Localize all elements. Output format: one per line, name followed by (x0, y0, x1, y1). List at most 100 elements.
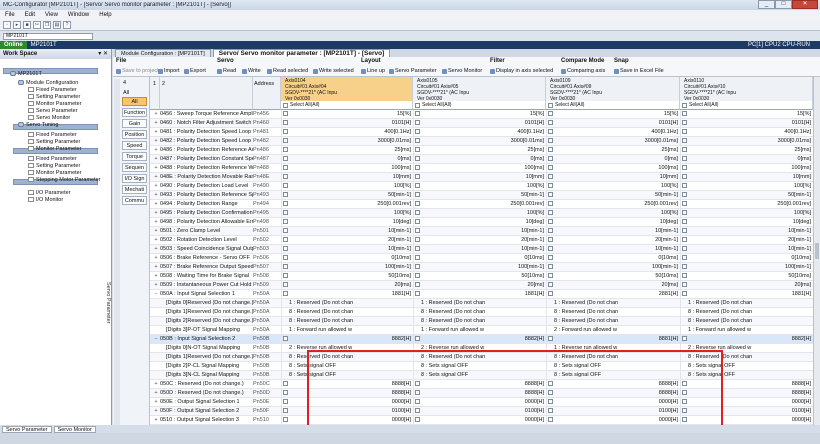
table-row[interactable]: [Digits 1]Reserved (Do not change.) Pn50A… (150, 308, 813, 317)
parameter-value-cell[interactable]: 0000[H] (546, 398, 680, 407)
checkbox-icon[interactable] (283, 273, 288, 279)
checkbox-icon[interactable] (415, 237, 420, 243)
filter-button-function[interactable]: Function (122, 108, 147, 117)
parameter-value-cell[interactable]: 1881[H] (413, 290, 546, 299)
select-all-checkbox[interactable]: Select All(All) (680, 101, 813, 110)
row-expander[interactable]: + (152, 272, 160, 281)
table-row[interactable]: +0487 : Polarity Detection Constant Spe P… (150, 155, 813, 164)
axis-header[interactable]: Axis0110 Circuit#01 Axis#10 SGDV-****21* (… (680, 77, 813, 101)
checkbox-icon[interactable] (548, 408, 553, 414)
parameter-value-cell[interactable]: 0101[H] (281, 119, 413, 128)
checkbox-icon[interactable] (682, 147, 687, 153)
checkbox-icon[interactable] (415, 219, 420, 225)
parameter-value-cell[interactable]: 0101[H] (546, 119, 680, 128)
table-row[interactable]: [Digits 2]Reserved (Do not change.) Pn50A… (150, 317, 813, 326)
table-row[interactable]: +048E : Polarity Detection Movable Rang P… (150, 173, 813, 182)
help-icon[interactable]: ? (63, 21, 71, 29)
parameter-value-cell[interactable]: 0000[H] (413, 416, 546, 425)
parameter-value-cell[interactable]: 8 : Reserved (Do not chan (546, 308, 680, 317)
parameter-value-cell[interactable]: 2881[H] (546, 290, 680, 299)
checkbox-icon[interactable] (682, 138, 687, 144)
checkbox-icon[interactable] (548, 147, 553, 153)
table-row[interactable]: +0456 : Sweep Torque Reference Ampli Pn45… (150, 110, 813, 119)
parameter-value-cell[interactable]: 10[min-1] (680, 227, 813, 236)
tree-item[interactable]: I/O Monitor (28, 196, 63, 203)
checkbox-icon[interactable] (415, 399, 420, 405)
parameter-value-cell[interactable]: 1881[H] (680, 290, 813, 299)
parameter-value-cell[interactable]: 400[0.1Hz] (546, 128, 680, 137)
parameter-value-cell[interactable]: 8 : Reserved (Do not chan (546, 353, 680, 362)
checkbox-icon[interactable] (415, 255, 420, 261)
checkbox-icon[interactable] (548, 102, 553, 108)
display-in-axis-selected-button[interactable]: Display in axis selected (490, 68, 553, 74)
checkbox-icon[interactable] (283, 246, 288, 252)
table-row[interactable]: +0507 : Brake Reference Output Speed Pn50… (150, 263, 813, 272)
parameter-value-cell[interactable]: 8 : Sets signal OFF (281, 371, 413, 380)
filter-button-iosign[interactable]: I/O Sign (122, 174, 147, 183)
parameter-value-cell[interactable]: 50[min-1] (413, 191, 546, 200)
table-row[interactable]: +0508 : Waiting Time for Brake Signal Pn5… (150, 272, 813, 281)
checkbox-icon[interactable] (682, 246, 687, 252)
parameter-value-cell[interactable]: 0[ms] (281, 155, 413, 164)
parameter-value-cell[interactable]: 10[mm] (680, 173, 813, 182)
parameter-value-cell[interactable]: 100[ms] (413, 164, 546, 173)
parameter-value-cell[interactable]: 10[mm] (281, 173, 413, 182)
checkbox-icon[interactable] (283, 210, 288, 216)
parameter-value-cell[interactable]: 10[min-1] (413, 245, 546, 254)
parameter-value-cell[interactable]: 250[0.001rev] (413, 200, 546, 209)
parameter-value-cell[interactable]: 0000[H] (680, 416, 813, 425)
parameter-value-cell[interactable]: 8 : Reserved (Do not chan (413, 353, 546, 362)
checkbox-icon[interactable] (548, 237, 553, 243)
checkbox-icon[interactable] (283, 408, 288, 414)
scroll-thumb[interactable] (815, 243, 819, 259)
tree-item[interactable]: Monitor Parameter (28, 145, 82, 152)
parameter-value-cell[interactable]: 10[min-1] (680, 245, 813, 254)
row-expander[interactable] (152, 353, 160, 362)
table-row[interactable]: +0495 : Polarity Detection Confirmation P… (150, 209, 813, 218)
parameter-value-cell[interactable]: 15[%] (281, 110, 413, 119)
table-row[interactable]: +0494 : Polarity Detection Range Pn494 250… (150, 200, 813, 209)
cut-icon[interactable]: ✂ (33, 21, 41, 29)
write-button[interactable]: Write (242, 68, 261, 74)
checkbox-icon[interactable] (415, 165, 420, 171)
parameter-value-cell[interactable]: 3000[0.01ms] (680, 137, 813, 146)
row-expander[interactable]: + (152, 281, 160, 290)
menu-view[interactable]: View (40, 12, 63, 18)
row-expander[interactable]: + (152, 245, 160, 254)
parameter-value-cell[interactable]: 1 : Reserved (Do not chan (281, 299, 413, 308)
parameter-value-cell[interactable]: 10[deg] (281, 218, 413, 227)
parameter-value-cell[interactable]: 8 : Reserved (Do not chan (680, 353, 813, 362)
row-expander[interactable]: + (152, 380, 160, 389)
table-row[interactable]: [Digits 1]Reserved (Do not change.) Pn50B… (150, 353, 813, 362)
checkbox-icon[interactable] (415, 291, 420, 297)
parameter-value-cell[interactable]: 10[deg] (680, 218, 813, 227)
checkbox-icon[interactable] (415, 201, 420, 207)
axis-header[interactable]: Axis0105 Circuit#01 Axis#05 SGDV-****21* (… (413, 77, 546, 101)
row-expander[interactable]: + (152, 182, 160, 191)
parameter-value-cell[interactable]: 8 : Sets signal OFF (680, 371, 813, 380)
table-row[interactable]: [Digits 2]P-CL Signal Mapping Pn50B 8 : Se… (150, 362, 813, 371)
read-button[interactable]: Read (217, 68, 236, 74)
menu-help[interactable]: Help (94, 12, 116, 18)
checkbox-icon[interactable] (682, 183, 687, 189)
tree-item[interactable]: Fixed Parameter (28, 155, 77, 162)
tree-item[interactable]: Fixed Parameter (28, 86, 77, 93)
checkbox-icon[interactable] (682, 336, 687, 342)
checkbox-icon[interactable] (548, 201, 553, 207)
checkbox-icon[interactable] (283, 102, 288, 108)
table-row[interactable]: +0503 : Speed Coincidence Signal Outp Pn5… (150, 245, 813, 254)
select-all-checkbox[interactable]: Select All(All) (546, 101, 680, 110)
filter-scrollbar[interactable] (114, 79, 120, 439)
row-expander[interactable]: + (152, 416, 160, 425)
checkbox-icon[interactable] (548, 399, 553, 405)
table-row[interactable]: [Digits 3]P-OT Signal Mapping Pn50A 1 : Fo… (150, 326, 813, 335)
tree-item[interactable]: Setting Parameter (28, 93, 80, 100)
checkbox-icon[interactable] (682, 255, 687, 261)
checkbox-icon[interactable] (415, 336, 420, 342)
parameter-value-cell[interactable]: 10[mm] (413, 173, 546, 182)
import-button[interactable]: Import (158, 68, 180, 74)
row-expander[interactable] (152, 362, 160, 371)
parameter-value-cell[interactable]: 100[min-1] (413, 263, 546, 272)
parameter-value-cell[interactable]: 20[min-1] (281, 236, 413, 245)
row-expander[interactable] (152, 344, 160, 353)
